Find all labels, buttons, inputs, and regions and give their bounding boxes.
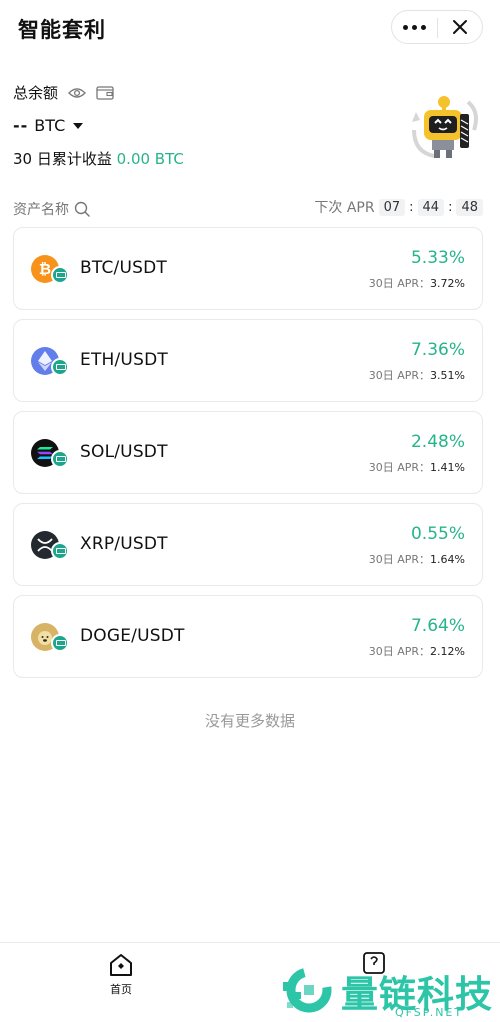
next-apr-countdown: 下次 APR 07 : 44 : 48 xyxy=(314,197,483,217)
asset-apr30: 30日 APR：1.64% xyxy=(368,553,465,566)
home-icon xyxy=(110,954,132,976)
tab-home[interactable]: 首页 xyxy=(96,953,146,997)
tether-badge-icon xyxy=(51,358,69,376)
tether-badge-icon xyxy=(51,266,69,284)
asset-apr: 2.48% xyxy=(410,432,465,452)
asset-pair: ETH/USDT xyxy=(80,350,168,370)
total-balance-label-row: 总余额 xyxy=(13,82,114,103)
asset-apr30: 30日 APR：2.12% xyxy=(368,645,465,658)
more-dots-icon xyxy=(402,24,426,30)
asset-pair: XRP/USDT xyxy=(80,534,168,554)
asset-card-btc[interactable]: ₿ BTC/USDT 5.33% 30日 APR：3.72% xyxy=(13,227,483,310)
close-button[interactable] xyxy=(438,11,483,43)
balance-value-row[interactable]: -- BTC xyxy=(13,116,84,135)
search-icon[interactable] xyxy=(74,201,90,217)
watermark: 量链科技 QFSP.NET xyxy=(281,962,495,1019)
asset-list-header: 资产名称 下次 APR 07 : 44 : 48 xyxy=(13,197,483,219)
tether-badge-icon xyxy=(51,450,69,468)
no-more-data-text: 没有更多数据 xyxy=(204,712,295,730)
close-icon xyxy=(452,20,467,34)
asset-apr: 7.64% xyxy=(410,616,465,636)
balance-value: -- xyxy=(13,116,29,135)
tether-badge-icon xyxy=(51,634,69,652)
top-bar: 智能套利 xyxy=(0,0,500,58)
asset-pair: BTC/USDT xyxy=(80,258,167,278)
caret-down-icon[interactable] xyxy=(73,122,84,129)
watermark-domain: QFSP.NET xyxy=(395,1006,464,1019)
earnings-row: 30 日累计收益 0.00 BTC xyxy=(13,148,184,169)
asset-apr: 0.55% xyxy=(410,524,465,544)
countdown-seconds: 48 xyxy=(456,198,483,216)
earnings-label: 30 日累计收益 xyxy=(13,150,112,168)
asset-apr: 5.33% xyxy=(410,248,465,268)
asset-card-doge[interactable]: DOGE/USDT 7.64% 30日 APR：2.12% xyxy=(13,595,483,678)
wallet-icon[interactable] xyxy=(96,85,114,100)
asset-card-sol[interactable]: SOL/USDT 2.48% 30日 APR：1.41% xyxy=(13,411,483,494)
page-title: 智能套利 xyxy=(18,18,106,42)
asset-apr30: 30日 APR：3.72% xyxy=(368,277,465,290)
tether-badge-icon xyxy=(51,542,69,560)
eye-icon[interactable] xyxy=(68,87,86,99)
asset-apr: 7.36% xyxy=(410,340,465,360)
asset-apr30: 30日 APR：3.51% xyxy=(368,369,465,382)
asset-name-header: 资产名称 xyxy=(13,199,90,219)
asset-pair: DOGE/USDT xyxy=(80,626,185,646)
currency-selector[interactable]: BTC xyxy=(34,116,65,135)
tab-home-label: 首页 xyxy=(110,983,132,996)
mini-program-capsule xyxy=(391,10,483,44)
total-balance-label: 总余额 xyxy=(13,84,59,102)
asset-name-label: 资产名称 xyxy=(13,202,69,218)
countdown-hours: 07 xyxy=(378,198,406,216)
countdown-minutes: 44 xyxy=(417,198,445,216)
asset-apr30: 30日 APR：1.41% xyxy=(368,461,465,474)
asset-pair: SOL/USDT xyxy=(80,442,168,462)
more-button[interactable] xyxy=(392,11,437,43)
asset-card-xrp[interactable]: XRP/USDT 0.55% 30日 APR：1.64% xyxy=(13,503,483,586)
next-apr-label: 下次 APR xyxy=(314,200,375,216)
watermark-logo-icon xyxy=(283,967,332,1013)
robot-mascot-icon xyxy=(412,96,478,158)
asset-card-eth[interactable]: ETH/USDT 7.36% 30日 APR：3.51% xyxy=(13,319,483,402)
earnings-value: 0.00 BTC xyxy=(116,150,184,168)
